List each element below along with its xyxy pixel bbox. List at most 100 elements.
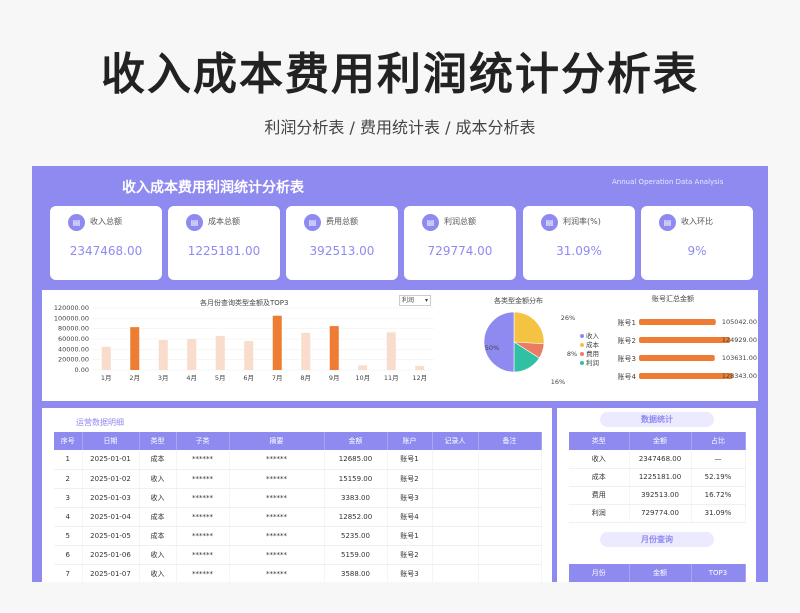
- kpi-card: ▤ 收入总额 2347468.00: [50, 206, 162, 280]
- table-cell: [432, 450, 479, 470]
- table-row: 7 2025-01-07 收入 ****** ****** 3588.00 账号3: [54, 564, 542, 582]
- column-header: 类型: [569, 432, 630, 450]
- bar-chart-icon: ▤: [304, 214, 321, 231]
- kpi-value: 31.09%: [556, 244, 602, 258]
- table-cell: ******: [176, 469, 230, 489]
- table-cell: 收入: [139, 469, 177, 489]
- kpi-label: 成本总额: [208, 217, 240, 226]
- table-row: 收入 2347468.00—: [569, 450, 746, 469]
- x-tick-label: 6月: [243, 374, 254, 382]
- bar-value-label: 103631.00: [722, 354, 757, 362]
- table-cell: 392513.00: [629, 486, 692, 505]
- table-cell: 729774.00: [629, 504, 692, 523]
- detail-panel: 运营数据明细 序号 日期 类型 子类 摘要 金额 账户 记录人 备注 1 2025-01-01 成本…: [42, 408, 552, 582]
- y-tick-label: 20000.00: [58, 356, 89, 364]
- kpi-value: 9%: [687, 244, 707, 258]
- table-cell: ******: [229, 564, 325, 582]
- table-cell: [478, 488, 542, 508]
- bar: [244, 341, 254, 370]
- x-tick-label: 12月: [412, 374, 427, 382]
- chat-icon: ▤: [659, 214, 676, 231]
- table-cell: 2025-01-06: [82, 545, 140, 565]
- bar: [358, 365, 368, 370]
- bar: [415, 365, 425, 370]
- dashboard-subtitle: Annual Operation Data Analysis: [612, 178, 724, 186]
- table-row: 6 2025-01-06 收入 ****** ****** 5159.00 账号2: [54, 545, 542, 565]
- month-query-title: 月份查询: [600, 532, 714, 547]
- table-cell: 2: [54, 469, 83, 489]
- table-cell: 账号2: [387, 469, 433, 489]
- column-header: 月份: [569, 564, 630, 582]
- x-tick-label: 2月: [129, 374, 140, 382]
- table-cell: 收入: [139, 545, 177, 565]
- kpi-card: ▤ 利润总额 729774.00: [404, 206, 516, 280]
- x-tick-label: 3月: [158, 374, 169, 382]
- pie-value-label: 26%: [561, 314, 575, 322]
- table-cell: 7: [54, 564, 83, 582]
- stats-table: 类型 金额 占比 收入 2347468.00— 成本 1225181.00 52.19% 费用…: [569, 432, 746, 523]
- kpi-label: 利润总额: [444, 217, 476, 226]
- table-cell: [432, 564, 479, 582]
- table-cell: ******: [176, 450, 230, 470]
- legend-dot: [580, 352, 584, 356]
- kpi-card: ▤ 成本总额 1225181.00: [168, 206, 280, 280]
- x-tick-label: 4月: [186, 374, 197, 382]
- table-cell: 利润: [569, 504, 630, 523]
- pie-chart: 50% 26% 8% 16%: [483, 311, 577, 386]
- table-cell: 31.09%: [691, 504, 746, 523]
- table-cell: ******: [176, 507, 230, 527]
- column-header: 金额: [629, 432, 692, 450]
- table-cell: 2025-01-02: [82, 469, 140, 489]
- column-header: 备注: [478, 432, 542, 450]
- column-header: 金额: [324, 432, 388, 450]
- table-cell: 5: [54, 526, 83, 546]
- legend-dot: [580, 343, 584, 347]
- table-cell: 1225181.00: [629, 468, 692, 487]
- table-cell: 账号2: [387, 545, 433, 565]
- table-cell: ******: [229, 507, 325, 527]
- bar-value-label: 105042.00: [722, 318, 757, 326]
- pie-slice: [483, 311, 515, 373]
- table-cell: 成本: [139, 450, 177, 470]
- pie-value-label: 50%: [485, 344, 499, 352]
- detail-table: 序号 日期 类型 子类 摘要 金额 账户 记录人 备注 1 2025-01-01 成本 ****** *…: [54, 432, 542, 582]
- bar: [130, 327, 140, 370]
- column-header: 账户: [387, 432, 433, 450]
- bar: [272, 315, 282, 370]
- bar: [329, 326, 339, 370]
- table-row: 成本 1225181.00 52.19%: [569, 468, 746, 487]
- x-tick-label: 11月: [384, 374, 399, 382]
- y-tick-label: 120000.00: [54, 304, 89, 312]
- y-tick-label: 100000.00: [54, 314, 89, 322]
- kpi-label: 收入总额: [90, 217, 122, 226]
- table-cell: [478, 526, 542, 546]
- legend-label: 利润: [586, 359, 599, 367]
- table-cell: 账号1: [387, 450, 433, 470]
- table-row: 利润 729774.00 31.09%: [569, 504, 746, 523]
- table-cell: 收入: [139, 488, 177, 508]
- column-header: 金额: [629, 564, 692, 582]
- table-cell: [478, 507, 542, 527]
- table-cell: 2025-01-05: [82, 526, 140, 546]
- account-label: 账号3: [618, 354, 636, 363]
- table-cell: 3: [54, 488, 83, 508]
- table-cell: [432, 488, 479, 508]
- table-cell: 成本: [139, 507, 177, 527]
- column-header: 序号: [54, 432, 83, 450]
- legend-dot: [580, 361, 584, 365]
- bar: [187, 339, 197, 370]
- bar: [386, 332, 396, 370]
- table-cell: [432, 469, 479, 489]
- kpi-label: 利润率(%): [563, 217, 601, 226]
- table-cell: 12852.00: [324, 507, 388, 527]
- table-cell: 账号3: [387, 488, 433, 508]
- column-header: 子类: [176, 432, 230, 450]
- table-row: 1 2025-01-01 成本 ****** ****** 12685.00 账号1: [54, 450, 542, 470]
- charts-panel: 各月份查询类型金额及TOP3 利润 ▾ 0.00 20000.00 40000.00 6…: [42, 290, 758, 401]
- kpi-card: ▤ 费用总额 392513.00: [286, 206, 398, 280]
- table-cell: 2025-01-07: [82, 564, 140, 582]
- table-cell: 12685.00: [324, 450, 388, 470]
- table-cell: 2347468.00: [629, 450, 692, 469]
- x-tick-label: 7月: [272, 374, 283, 382]
- wallet-icon: ▤: [68, 214, 85, 231]
